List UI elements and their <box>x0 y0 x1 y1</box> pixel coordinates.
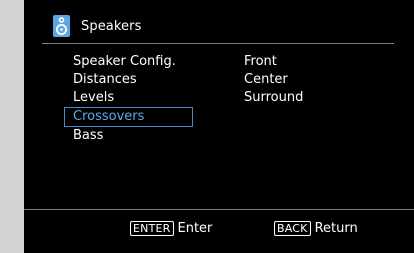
speaker-menu: Speaker Config. Distances Levels Crossov… <box>64 53 197 145</box>
header: Speakers <box>53 15 141 37</box>
menu-item-bass[interactable]: Bass <box>67 127 197 145</box>
speakers-screen: Speakers Speaker Config. Distances Level… <box>24 0 414 253</box>
channel-item-surround: Surround <box>244 90 304 105</box>
footer-divider <box>24 209 414 210</box>
speaker-icon <box>53 15 70 37</box>
back-hint[interactable]: BACK Return <box>274 219 358 237</box>
menu-item-levels[interactable]: Levels <box>67 89 197 107</box>
back-hint-label: Return <box>314 220 358 236</box>
back-key-label: BACK <box>274 220 311 236</box>
speaker-channel-list: Front Center Surround <box>244 53 303 107</box>
enter-hint-label: Enter <box>177 220 213 236</box>
menu-item-speaker-config[interactable]: Speaker Config. <box>67 53 197 71</box>
page-title: Speakers <box>81 18 142 34</box>
enter-key-label: ENTER <box>130 220 174 236</box>
channel-item-center: Center <box>244 72 288 87</box>
header-divider <box>42 43 394 44</box>
channel-item-front: Front <box>244 54 277 69</box>
enter-hint[interactable]: ENTER Enter <box>130 219 212 237</box>
menu-item-crossovers[interactable]: Crossovers <box>64 107 193 127</box>
menu-item-distances[interactable]: Distances <box>67 71 197 89</box>
